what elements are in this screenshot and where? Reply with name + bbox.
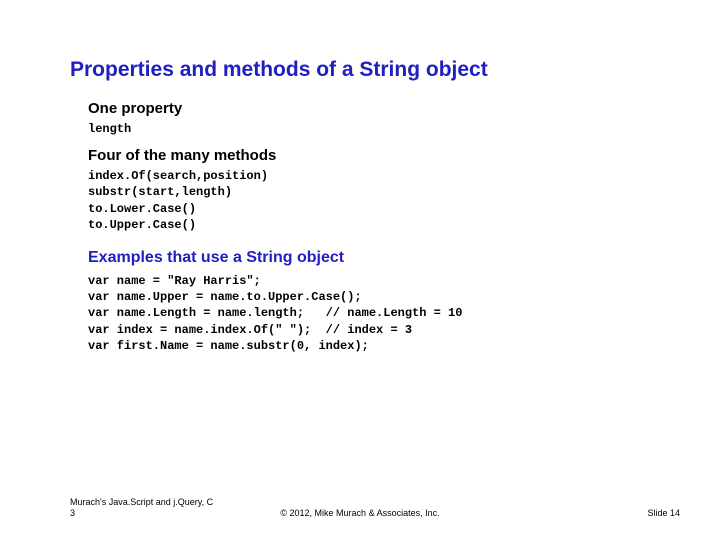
footer-left-text: Murach's Java.Script and j.Query, C 3 (70, 497, 220, 518)
footer-center-text: © 2012, Mike Murach & Associates, Inc. (280, 508, 439, 518)
code-four-methods: index.Of(search,position) substr(start,l… (88, 168, 650, 233)
slide-title: Properties and methods of a String objec… (70, 58, 650, 82)
slide-content: Properties and methods of a String objec… (0, 0, 720, 354)
section-heading-four-methods: Four of the many methods (88, 147, 650, 164)
section-heading-examples: Examples that use a String object (88, 249, 650, 267)
slide-footer: Murach's Java.Script and j.Query, C 3 © … (0, 497, 720, 518)
code-one-property: length (88, 121, 650, 137)
footer-right-text: Slide 14 (647, 508, 680, 518)
section-heading-one-property: One property (88, 100, 650, 117)
code-examples: var name = "Ray Harris"; var name.Upper … (88, 273, 650, 354)
